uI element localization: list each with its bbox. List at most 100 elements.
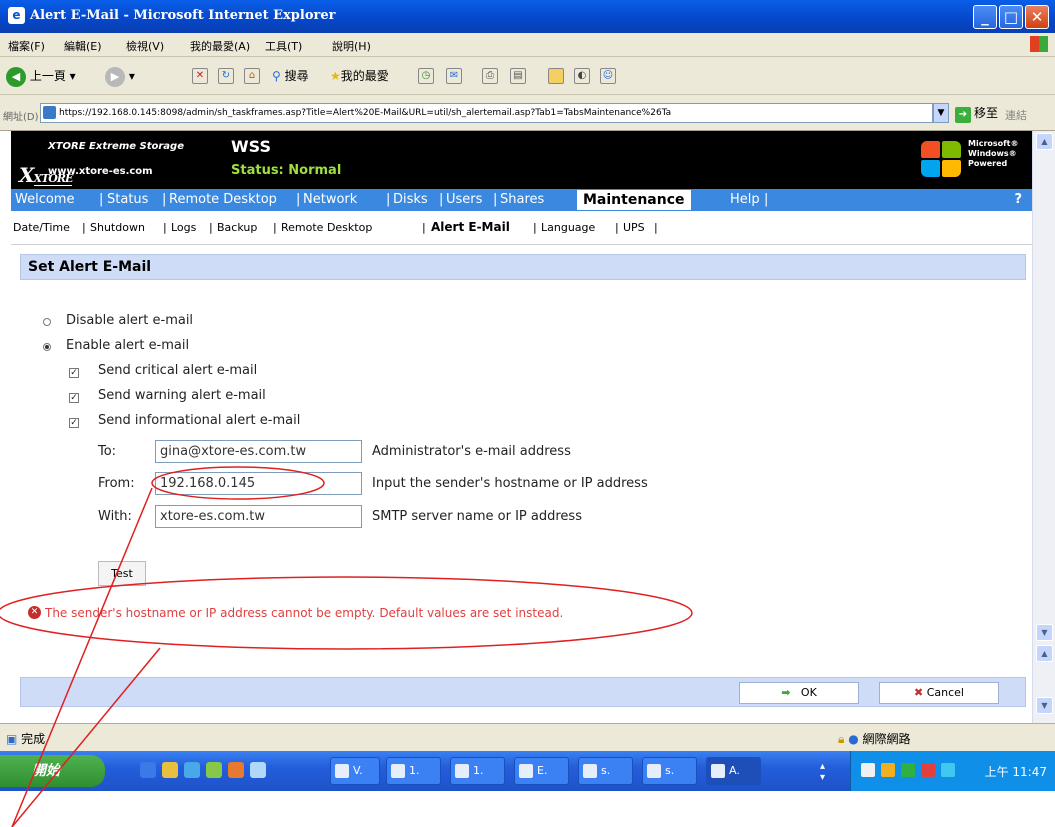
back-button[interactable]: ◀ 上一頁 ▾ bbox=[6, 65, 76, 87]
globe-icon: ● bbox=[848, 732, 859, 746]
tray-icon-5[interactable] bbox=[941, 763, 955, 777]
forward-arrow-icon: ▶ bbox=[105, 66, 125, 87]
quicklaunch-ie-icon[interactable] bbox=[140, 762, 156, 778]
taskbar-item-3[interactable]: 1. bbox=[450, 757, 505, 785]
address-dropdown[interactable]: ▼ bbox=[933, 103, 949, 123]
from-label: From: bbox=[98, 476, 135, 491]
cancel-button[interactable]: ✖ Cancel bbox=[879, 682, 999, 704]
forward-button[interactable]: ▶ ▾ bbox=[105, 65, 135, 87]
users-icon[interactable]: ☺ bbox=[600, 68, 616, 84]
disable-alert-radio[interactable] bbox=[43, 318, 51, 326]
tray-icon-1[interactable] bbox=[861, 763, 875, 777]
lock-icon: 🔒︎ bbox=[838, 732, 845, 746]
menu-view[interactable]: 檢視(V) bbox=[126, 38, 164, 54]
scroll-down-icon[interactable]: ▼ bbox=[1036, 624, 1053, 641]
close-button[interactable]: ✕ bbox=[1025, 5, 1049, 29]
subtab-remote-desktop[interactable]: Remote Desktop bbox=[281, 221, 372, 234]
window-title: Alert E-Mail - Microsoft Internet Explor… bbox=[30, 8, 336, 23]
tab-help[interactable]: Help bbox=[730, 192, 760, 207]
menu-file[interactable]: 檔案(F) bbox=[8, 38, 45, 54]
enable-alert-radio[interactable] bbox=[43, 343, 51, 351]
scroll-up-icon-2[interactable]: ▲ bbox=[1036, 645, 1053, 662]
quicklaunch-folder-icon[interactable] bbox=[162, 762, 178, 778]
taskbar-scroll-icon[interactable]: ▴ ▾ bbox=[820, 761, 825, 783]
help-question-icon[interactable]: ? bbox=[1014, 192, 1022, 207]
refresh-icon[interactable]: ↻ bbox=[218, 68, 234, 84]
to-email-input[interactable]: gina@xtore-es.com.tw bbox=[155, 440, 362, 463]
address-bar: 網址(D) https://192.168.0.145:8098/admin/s… bbox=[0, 95, 1055, 131]
ok-button[interactable]: ➡ OK bbox=[739, 682, 859, 704]
tab-remote-desktop[interactable]: Remote Desktop bbox=[169, 192, 277, 207]
tray-icon-2[interactable] bbox=[881, 763, 895, 777]
favorites-button[interactable]: ★我的最愛 bbox=[330, 65, 389, 87]
tab-shares[interactable]: Shares bbox=[500, 192, 544, 207]
taskbar: 開始 V. 1. 1. E. s. s. A. ▴ ▾ 上午 11:47 bbox=[0, 751, 1055, 791]
brand-url: www.xtore-es.com bbox=[48, 166, 153, 177]
windows-flag-icon bbox=[1030, 36, 1048, 52]
address-input[interactable]: https://192.168.0.145:8098/admin/sh_task… bbox=[40, 103, 933, 123]
windows-logo-icon bbox=[921, 141, 963, 179]
taskbar-item-4[interactable]: E. bbox=[514, 757, 569, 785]
scroll-up-icon[interactable]: ▲ bbox=[1036, 133, 1053, 150]
tab-network[interactable]: Network bbox=[303, 192, 357, 207]
taskbar-item-6[interactable]: s. bbox=[642, 757, 697, 785]
stop-icon[interactable]: ✕ bbox=[192, 68, 208, 84]
quicklaunch-network-icon[interactable] bbox=[250, 762, 266, 778]
vertical-scrollbar[interactable]: ▲ ▼ ▲ ▼ bbox=[1032, 131, 1055, 723]
go-button[interactable]: ➔ 移至 bbox=[955, 104, 998, 123]
smtp-server-input[interactable]: xtore-es.com.tw bbox=[155, 505, 362, 528]
section-title: Set Alert E-Mail bbox=[20, 254, 1026, 280]
enable-alert-label: Enable alert e-mail bbox=[66, 338, 190, 353]
subtab-backup[interactable]: Backup bbox=[217, 221, 257, 234]
subtab-alert-email[interactable]: Alert E-Mail bbox=[431, 220, 510, 234]
edit-icon[interactable]: ▤ bbox=[510, 68, 526, 84]
menu-tools[interactable]: 工具(T) bbox=[265, 38, 302, 54]
start-button[interactable]: 開始 bbox=[0, 755, 105, 787]
menu-edit[interactable]: 編輯(E) bbox=[64, 38, 102, 54]
history-icon[interactable]: ◷ bbox=[418, 68, 434, 84]
subtab-shutdown[interactable]: Shutdown bbox=[90, 221, 145, 234]
menu-help[interactable]: 說明(H) bbox=[332, 38, 371, 54]
search-button[interactable]: ⚲ 搜尋 bbox=[272, 65, 309, 87]
taskbar-item-7[interactable]: A. bbox=[706, 757, 761, 785]
messenger-icon[interactable]: ◐ bbox=[574, 68, 590, 84]
tab-users[interactable]: Users bbox=[446, 192, 482, 207]
with-hint: SMTP server name or IP address bbox=[372, 509, 582, 524]
critical-alert-checkbox[interactable]: ✓ bbox=[69, 368, 79, 378]
folder-icon[interactable] bbox=[548, 68, 564, 84]
taskbar-clock: 上午 11:47 bbox=[984, 765, 1047, 779]
quicklaunch-app-icon[interactable] bbox=[228, 762, 244, 778]
status-text: Status: Normal bbox=[231, 163, 342, 178]
tab-status[interactable]: Status bbox=[107, 192, 148, 207]
mail-icon[interactable]: ✉ bbox=[446, 68, 462, 84]
menu-favorites[interactable]: 我的最愛(A) bbox=[190, 38, 250, 54]
subtab-logs[interactable]: Logs bbox=[171, 221, 196, 234]
links-button[interactable]: 連結 bbox=[1005, 107, 1027, 123]
maximize-button[interactable]: □ bbox=[999, 5, 1023, 29]
tab-maintenance[interactable]: Maintenance bbox=[577, 190, 691, 210]
taskbar-item-5[interactable]: s. bbox=[578, 757, 633, 785]
status-bar: ▣ 完成 🔒︎ ● 網際網路 bbox=[0, 723, 1055, 751]
tab-welcome[interactable]: Welcome bbox=[15, 192, 74, 207]
subtab-ups[interactable]: UPS bbox=[623, 221, 645, 234]
address-label: 網址(D) bbox=[3, 112, 39, 123]
test-button[interactable]: Test bbox=[98, 561, 146, 586]
informational-alert-checkbox[interactable]: ✓ bbox=[69, 418, 79, 428]
search-icon: ⚲ bbox=[272, 69, 281, 83]
quicklaunch-desktop-icon[interactable] bbox=[184, 762, 200, 778]
taskbar-item-2[interactable]: 1. bbox=[386, 757, 441, 785]
print-icon[interactable]: ⎙ bbox=[482, 68, 498, 84]
subtab-language[interactable]: Language bbox=[541, 221, 595, 234]
scroll-down-icon-2[interactable]: ▼ bbox=[1036, 697, 1053, 714]
tab-disks[interactable]: Disks bbox=[393, 192, 428, 207]
quicklaunch-media-icon[interactable] bbox=[206, 762, 222, 778]
minimize-button[interactable]: _ bbox=[973, 5, 997, 29]
tray-icon-3[interactable] bbox=[901, 763, 915, 777]
taskbar-item-1[interactable]: V. bbox=[330, 757, 380, 785]
from-host-input[interactable]: 192.168.0.145 bbox=[155, 472, 362, 495]
subtab-date-time[interactable]: Date/Time bbox=[13, 221, 70, 234]
security-zone: 🔒︎ ● 網際網路 bbox=[838, 732, 911, 746]
tray-icon-4[interactable] bbox=[921, 763, 935, 777]
home-icon[interactable]: ⌂ bbox=[244, 68, 260, 84]
warning-alert-checkbox[interactable]: ✓ bbox=[69, 393, 79, 403]
